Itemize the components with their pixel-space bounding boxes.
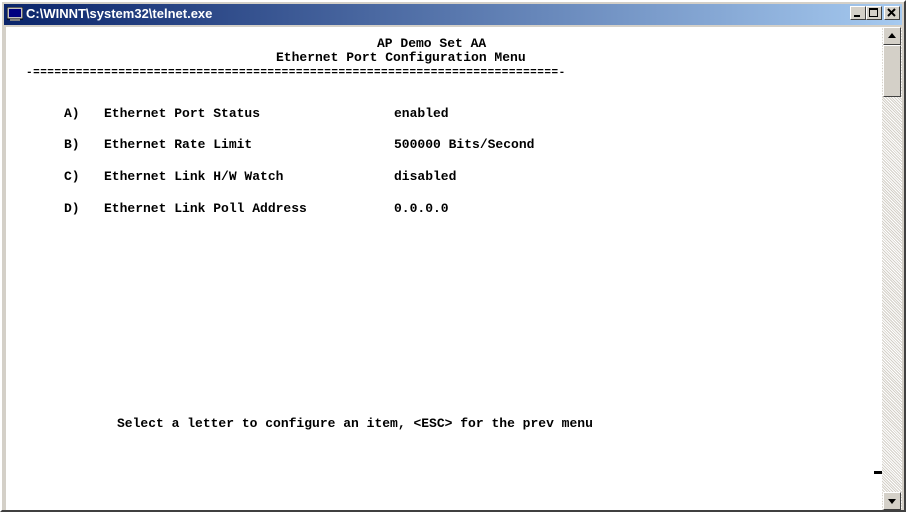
menu-title: Ethernet Port Configuration Menu — [276, 50, 526, 65]
minimize-icon — [854, 15, 860, 17]
console-app-icon[interactable] — [6, 6, 24, 21]
menu-item-a-label: Ethernet Port Status — [104, 106, 261, 121]
terminal-screen: AP Demo Set AA Ethernet Port Configurati… — [6, 27, 882, 510]
prompt-text: Select a letter to configure an item, <E… — [117, 416, 593, 431]
menu-item-a-value: enabled — [394, 106, 449, 121]
vertical-scrollbar[interactable] — [882, 27, 902, 510]
title-bar[interactable]: C:\WINNT\system32\telnet.exe — [4, 4, 902, 25]
menu-item-b-key[interactable]: B) — [64, 137, 80, 153]
scroll-down-button[interactable] — [883, 492, 901, 510]
terminal-area[interactable]: AP Demo Set AA Ethernet Port Configurati… — [6, 27, 882, 510]
menu-item-c-label: Ethernet Link H/W Watch — [104, 169, 284, 184]
maximize-icon — [869, 8, 878, 17]
scroll-up-button[interactable] — [883, 27, 901, 45]
menu-item-d-key[interactable]: D) — [64, 201, 80, 217]
telnet-window: C:\WINNT\system32\telnet.exe AP Demo Set… — [0, 0, 906, 512]
minimize-button[interactable] — [850, 6, 866, 20]
menu-item-a-key[interactable]: A) — [64, 106, 80, 122]
menu-item-d-label: Ethernet Link Poll Address — [104, 201, 307, 216]
text-cursor — [874, 471, 882, 474]
arrow-down-icon — [888, 499, 896, 504]
close-icon — [887, 8, 896, 17]
separator-line: -=======================================… — [26, 67, 566, 79]
maximize-button[interactable] — [866, 6, 882, 20]
arrow-up-icon — [888, 33, 896, 38]
menu-item-b-label: Ethernet Rate Limit — [104, 137, 253, 152]
menu-item-b-value: 500000 Bits/Second — [394, 137, 535, 152]
scrollbar-thumb[interactable] — [883, 45, 901, 97]
window-title: C:\WINNT\system32\telnet.exe — [26, 6, 213, 21]
menu-item-d-value: 0.0.0.0 — [394, 201, 449, 216]
menu-item-c-value: disabled — [394, 169, 457, 184]
close-button[interactable] — [884, 6, 900, 20]
menu-item-c-key[interactable]: C) — [64, 169, 80, 185]
